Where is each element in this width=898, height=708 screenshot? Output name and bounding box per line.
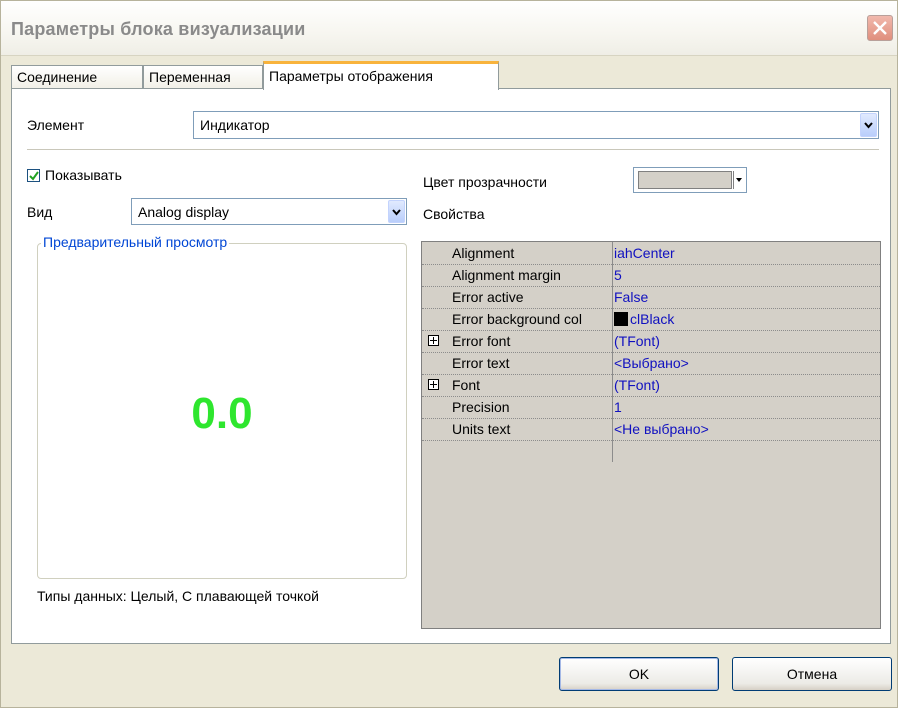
transparency-color-picker[interactable] bbox=[633, 167, 747, 193]
property-row[interactable]: Precision 1 bbox=[422, 396, 880, 419]
property-row[interactable]: Alignment iahCenter bbox=[422, 242, 880, 265]
tab-label: Параметры отображения bbox=[269, 68, 433, 84]
property-value: clBlack bbox=[630, 311, 675, 327]
property-value[interactable]: 1 bbox=[614, 399, 622, 415]
dropdown-arrow[interactable] bbox=[733, 171, 744, 189]
property-row[interactable]: Error active False bbox=[422, 286, 880, 309]
close-icon bbox=[873, 21, 887, 35]
view-value: Analog display bbox=[138, 203, 230, 220]
view-label: Вид bbox=[27, 204, 53, 220]
dropdown-button[interactable] bbox=[388, 200, 405, 223]
checkmark-icon bbox=[29, 171, 39, 181]
preview-title: Предварительный просмотр bbox=[41, 234, 230, 250]
property-name: Error background col bbox=[452, 311, 582, 327]
show-checkbox[interactable] bbox=[27, 169, 40, 182]
property-name: Precision bbox=[452, 399, 510, 415]
property-name: Error font bbox=[452, 333, 511, 349]
caret-down-icon bbox=[736, 178, 742, 182]
property-row[interactable]: Error text <Выбрано> bbox=[422, 352, 880, 375]
ok-button[interactable]: OK bbox=[559, 657, 719, 691]
properties-label: Свойства bbox=[423, 206, 485, 222]
property-value-color[interactable]: clBlack bbox=[614, 311, 674, 327]
view-select[interactable]: Analog display bbox=[131, 198, 407, 225]
show-label[interactable]: Показывать bbox=[45, 167, 122, 183]
property-value[interactable]: iahCenter bbox=[614, 245, 675, 261]
property-name: Error active bbox=[452, 289, 524, 305]
color-swatch bbox=[638, 171, 732, 189]
property-name: Font bbox=[452, 377, 481, 393]
element-select[interactable]: Индикатор bbox=[193, 111, 879, 139]
title-bar[interactable]: Параметры блока визуализации bbox=[1, 1, 897, 56]
color-swatch bbox=[614, 312, 628, 326]
property-name: Error text bbox=[452, 355, 510, 371]
expand-icon[interactable] bbox=[428, 379, 439, 390]
property-row[interactable]: Alignment margin 5 bbox=[422, 264, 880, 287]
property-row[interactable]: Error background col clBlack bbox=[422, 308, 880, 331]
property-value[interactable]: <Выбрано> bbox=[614, 355, 689, 371]
chevron-down-icon bbox=[864, 122, 873, 129]
dialog-window: Параметры блока визуализации Соединение … bbox=[0, 0, 898, 708]
tab-variable[interactable]: Переменная bbox=[143, 65, 263, 89]
window-title: Параметры блока визуализации bbox=[11, 19, 306, 39]
tab-display-settings[interactable]: Параметры отображения bbox=[263, 61, 499, 90]
property-name: Alignment bbox=[452, 245, 515, 261]
property-name: Alignment margin bbox=[452, 267, 561, 283]
transparency-label: Цвет прозрачности bbox=[423, 174, 547, 190]
cancel-button[interactable]: Отмена bbox=[732, 657, 892, 691]
property-value[interactable]: 5 bbox=[614, 267, 622, 283]
expand-icon[interactable] bbox=[428, 335, 439, 346]
property-value[interactable]: (TFont) bbox=[614, 333, 660, 349]
property-value[interactable]: False bbox=[614, 289, 648, 305]
separator bbox=[27, 149, 879, 150]
dropdown-button[interactable] bbox=[860, 113, 877, 137]
property-value[interactable]: (TFont) bbox=[614, 377, 660, 393]
property-row[interactable]: Font (TFont) bbox=[422, 374, 880, 397]
property-value[interactable]: <Не выбрано> bbox=[614, 421, 709, 437]
element-value: Индикатор bbox=[200, 117, 270, 133]
chevron-down-icon bbox=[392, 208, 401, 216]
data-types-text: Типы данных: Целый, С плавающей точкой bbox=[37, 588, 319, 604]
tab-connection[interactable]: Соединение bbox=[11, 65, 143, 89]
tab-label: Соединение bbox=[17, 69, 98, 85]
property-row[interactable]: Error font (TFont) bbox=[422, 330, 880, 353]
property-row[interactable]: Units text <Не выбрано> bbox=[422, 418, 880, 441]
tab-label: Переменная bbox=[149, 69, 231, 85]
preview-value: 0.0 bbox=[191, 389, 253, 438]
close-button[interactable] bbox=[867, 15, 893, 41]
property-grid[interactable]: Alignment iahCenter Alignment margin 5 E… bbox=[421, 241, 881, 629]
element-label: Элемент bbox=[27, 117, 85, 133]
property-name: Units text bbox=[452, 421, 511, 437]
